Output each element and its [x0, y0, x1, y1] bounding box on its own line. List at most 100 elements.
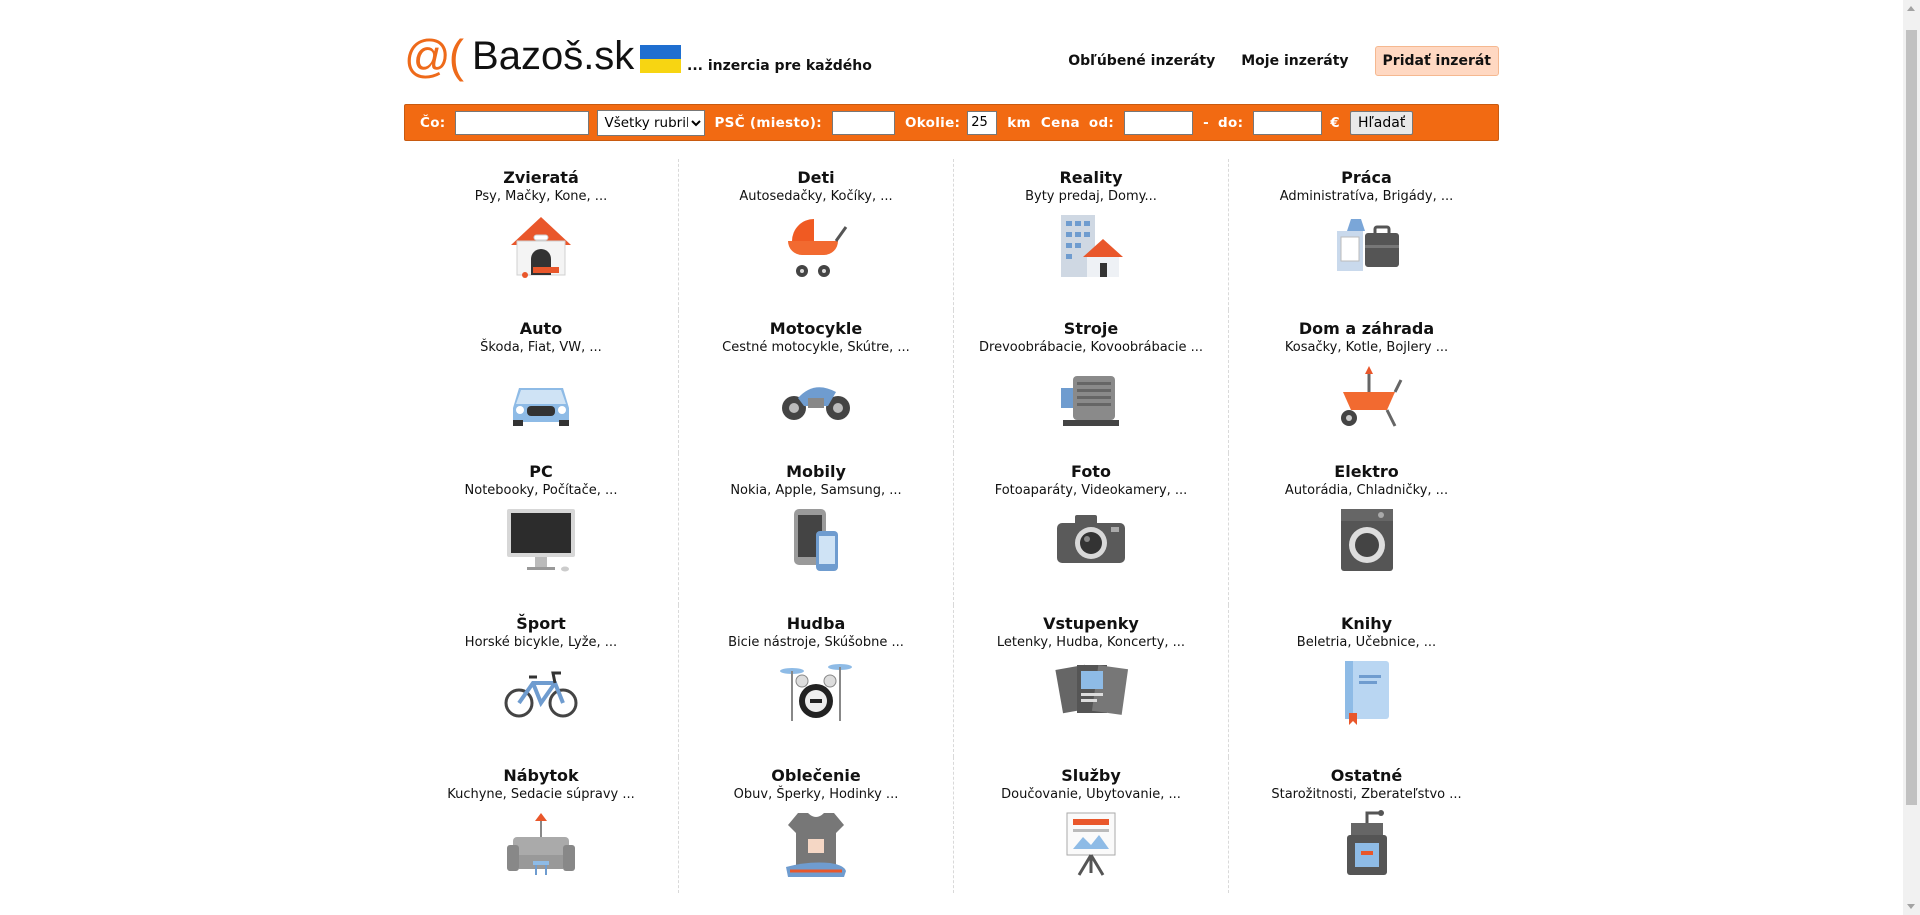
category-title[interactable]: Foto: [954, 463, 1228, 481]
category-16[interactable]: Nábytok Kuchyne, Sedacie súpravy ...: [404, 757, 679, 893]
category-subtitle: Drevoobrábacie, Kovoobrábacie ...: [979, 340, 1203, 355]
doghouse-icon[interactable]: [503, 211, 579, 281]
what-input[interactable]: [455, 110, 590, 135]
ukraine-flag-icon: [640, 45, 681, 73]
machine-icon[interactable]: [1053, 362, 1129, 432]
category-title[interactable]: Elektro: [1229, 463, 1504, 481]
category-15[interactable]: Knihy Beletria, Učebnice, ...: [1229, 605, 1504, 757]
price-from-input[interactable]: [1124, 110, 1194, 135]
briefcase-icon[interactable]: [1329, 211, 1405, 281]
favorites-link[interactable]: Obľúbené inzeráty: [1068, 53, 1215, 69]
category-5[interactable]: Motocykle Cestné motocykle, Skútre, ...: [679, 310, 954, 453]
sofa-icon[interactable]: [503, 809, 579, 879]
price-to-input[interactable]: [1253, 110, 1323, 135]
category-subtitle: Notebooky, Počítače, ...: [464, 483, 618, 498]
motorcycle-icon[interactable]: [778, 362, 854, 432]
category-subtitle: Nokia, Apple, Samsung, ...: [730, 483, 902, 498]
category-select[interactable]: Všetky rubriky: [597, 109, 706, 136]
category-3[interactable]: Práca Administratíva, Brigády, ...: [1229, 159, 1504, 310]
category-title[interactable]: Knihy: [1229, 615, 1504, 633]
category-10[interactable]: Foto Fotoaparáty, Videokamery, ...: [954, 453, 1229, 605]
category-title[interactable]: Deti: [679, 169, 953, 187]
category-title[interactable]: Vstupenky: [954, 615, 1228, 633]
category-18[interactable]: Služby Doučovanie, Ubytovanie, ...: [954, 757, 1229, 893]
category-subtitle: Doučovanie, Ubytovanie, ...: [1001, 787, 1181, 802]
category-subtitle: Letenky, Hudba, Koncerty, ...: [996, 635, 1186, 650]
category-4[interactable]: Auto Škoda, Fiat, VW, ...: [404, 310, 679, 453]
category-14[interactable]: Vstupenky Letenky, Hudba, Koncerty, ...: [954, 605, 1229, 757]
price-dash: -: [1203, 114, 1210, 131]
search-button[interactable]: Hľadať: [1350, 110, 1414, 135]
add-ad-button[interactable]: Pridať inzerát: [1374, 46, 1499, 76]
category-0[interactable]: Zvieratá Psy, Mačky, Kone, ...: [404, 159, 679, 310]
scroll-down-arrow[interactable]: [1907, 904, 1915, 909]
easel-icon[interactable]: [1053, 809, 1129, 879]
category-9[interactable]: Mobily Nokia, Apple, Samsung, ...: [679, 453, 954, 605]
category-title[interactable]: Oblečenie: [679, 767, 953, 785]
coffee-grinder-icon[interactable]: [1329, 809, 1405, 879]
camera-icon[interactable]: [1053, 505, 1129, 575]
buildings-icon[interactable]: [1053, 211, 1129, 281]
category-8[interactable]: PC Notebooky, Počítače, ...: [404, 453, 679, 605]
scrollbar-thumb[interactable]: [1906, 30, 1917, 805]
bicycle-icon[interactable]: [503, 657, 579, 727]
category-subtitle: Kosačky, Kotle, Bojlery ...: [1284, 340, 1449, 355]
radius-input[interactable]: [967, 110, 998, 135]
category-subtitle: Obuv, Šperky, Hodinky ...: [733, 787, 899, 802]
site-logo[interactable]: @( Bazoš.sk: [404, 32, 634, 80]
search-bar: Čo: Všetky rubriky PSČ (miesto): Okolie:…: [404, 104, 1499, 141]
category-subtitle: Byty predaj, Domy...: [1025, 189, 1157, 204]
category-title[interactable]: Ostatné: [1229, 767, 1504, 785]
category-title[interactable]: Mobily: [679, 463, 953, 481]
category-title[interactable]: Služby: [954, 767, 1228, 785]
category-11[interactable]: Elektro Autorádia, Chladničky, ...: [1229, 453, 1504, 605]
phones-icon[interactable]: [778, 505, 854, 575]
slogan: ... inzercia pre každého: [687, 58, 872, 74]
category-title[interactable]: Práca: [1229, 169, 1504, 187]
washing-machine-icon[interactable]: [1329, 505, 1405, 575]
tshirt-icon[interactable]: [778, 809, 854, 879]
category-grid: Zvieratá Psy, Mačky, Kone, ... Deti Autosed…: [404, 159, 1499, 893]
book-icon[interactable]: [1329, 657, 1405, 727]
category-subtitle: Autosedačky, Kočíky, ...: [739, 189, 893, 204]
category-6[interactable]: Stroje Drevoobrábacie, Kovoobrábacie ...: [954, 310, 1229, 453]
currency-label: €: [1330, 114, 1340, 131]
category-subtitle: Psy, Mačky, Kone, ...: [474, 189, 608, 204]
zip-input[interactable]: [831, 110, 895, 135]
category-2[interactable]: Reality Byty predaj, Domy...: [954, 159, 1229, 310]
category-17[interactable]: Oblečenie Obuv, Šperky, Hodinky ...: [679, 757, 954, 893]
category-subtitle: Škoda, Fiat, VW, ...: [480, 340, 602, 355]
car-icon[interactable]: [503, 362, 579, 432]
category-1[interactable]: Deti Autosedačky, Kočíky, ...: [679, 159, 954, 310]
category-7[interactable]: Dom a záhrada Kosačky, Kotle, Bojlery ...: [1229, 310, 1504, 453]
category-13[interactable]: Hudba Bicie nástroje, Skúšobne ...: [679, 605, 954, 757]
category-subtitle: Horské bicykle, Lyže, ...: [464, 635, 618, 650]
category-title[interactable]: Zvieratá: [404, 169, 678, 187]
page-scrollbar[interactable]: [1903, 0, 1920, 915]
category-title[interactable]: Nábytok: [404, 767, 678, 785]
category-19[interactable]: Ostatné Starožitnosti, Zberateľstvo ...: [1229, 757, 1504, 893]
my-ads-link[interactable]: Moje inzeráty: [1241, 53, 1348, 69]
category-12[interactable]: Šport Horské bicykle, Lyže, ...: [404, 605, 679, 757]
category-title[interactable]: Stroje: [954, 320, 1228, 338]
category-title[interactable]: Hudba: [679, 615, 953, 633]
stroller-icon[interactable]: [778, 211, 854, 281]
category-subtitle: Beletria, Učebnice, ...: [1296, 635, 1437, 650]
tickets-icon[interactable]: [1053, 657, 1129, 727]
category-title[interactable]: Auto: [404, 320, 678, 338]
monitor-icon[interactable]: [503, 505, 579, 575]
category-subtitle: Autorádia, Chladničky, ...: [1284, 483, 1449, 498]
top-links: Obľúbené inzeráty Moje inzeráty Pridať i…: [1042, 46, 1499, 76]
category-title[interactable]: Motocykle: [679, 320, 953, 338]
wheelbarrow-icon[interactable]: [1329, 362, 1405, 432]
drums-icon[interactable]: [778, 657, 854, 727]
scroll-up-arrow[interactable]: [1907, 6, 1915, 11]
category-title[interactable]: Reality: [954, 169, 1228, 187]
category-title[interactable]: PC: [404, 463, 678, 481]
radius-unit: km: [1007, 114, 1031, 131]
what-label: Čo:: [420, 114, 446, 131]
price-label: Cena: [1040, 114, 1080, 131]
category-subtitle: Cestné motocykle, Skútre, ...: [722, 340, 910, 355]
category-title[interactable]: Šport: [404, 615, 678, 633]
category-title[interactable]: Dom a záhrada: [1229, 320, 1504, 338]
